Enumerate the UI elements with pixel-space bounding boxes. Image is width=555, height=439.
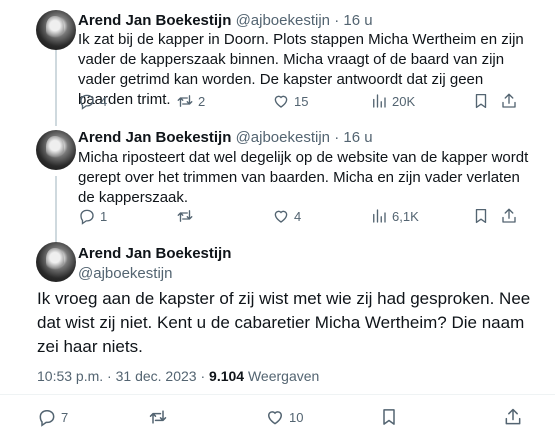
like-icon — [274, 95, 288, 108]
tweet-time[interactable]: 16 u — [343, 129, 372, 146]
reply-button[interactable]: 4 — [78, 91, 107, 111]
reply-count: 4 — [100, 93, 108, 109]
like-button[interactable]: 15 — [272, 91, 308, 111]
reply-count: 7 — [61, 409, 69, 425]
views-button[interactable]: 20K — [370, 91, 415, 111]
avatar[interactable] — [36, 130, 76, 170]
separator-dot: · — [200, 368, 206, 384]
views-count: 20K — [392, 93, 416, 109]
tweet-header: Arend Jan Boekestijn @ajboekestijn · 16 … — [78, 11, 373, 31]
like-button[interactable]: 4 — [272, 206, 301, 226]
views-count: 6,1K — [392, 208, 419, 224]
separator-dot: · — [107, 368, 112, 384]
repost-button[interactable] — [176, 206, 198, 226]
tweet-date[interactable]: 31 dec. 2023 — [116, 368, 197, 384]
repost-icon — [177, 95, 193, 107]
author-name[interactable]: Arend Jan Boekestijn — [78, 244, 231, 264]
tweet-text: Micha riposteert dat wel degelijk op de … — [78, 149, 529, 206]
author-handle[interactable]: @ajboekestijn — [236, 12, 330, 29]
tweet-header: Arend Jan Boekestijn @ajboekestijn · 16 … — [78, 128, 373, 148]
like-button[interactable]: 10 — [265, 407, 303, 427]
separator-dot: · — [334, 129, 340, 146]
divider — [0, 394, 555, 395]
repost-icon — [149, 410, 167, 424]
share-button[interactable] — [500, 91, 518, 111]
bookmark-icon — [475, 208, 487, 224]
tweet-actions: 7 10 — [37, 407, 527, 429]
reply-icon — [39, 410, 55, 427]
tweet-time[interactable]: 10:53 p.m. — [37, 368, 103, 384]
like-icon — [267, 411, 283, 425]
author-handle[interactable]: @ajboekestijn — [78, 264, 172, 284]
tweet-text: Ik vroeg aan de kapster of zij wist met … — [37, 289, 531, 356]
like-icon — [274, 210, 288, 223]
views-label: Weergaven — [247, 368, 320, 384]
share-icon — [502, 208, 516, 223]
repost-button[interactable]: 2 — [176, 91, 205, 111]
avatar[interactable] — [36, 242, 76, 282]
bookmark-button[interactable] — [379, 407, 399, 427]
avatar[interactable] — [36, 10, 76, 50]
tweet-actions: 4 2 15 20K — [72, 91, 522, 111]
tweet-meta: 10:53 p.m. · 31 dec. 2023 · 9.104 Weerga… — [37, 366, 319, 386]
bookmark-icon — [475, 93, 487, 109]
like-count: 10 — [289, 409, 304, 425]
bookmark-button[interactable] — [472, 91, 490, 111]
reply-count: 1 — [100, 208, 108, 224]
bookmark-icon — [383, 409, 395, 425]
author-name[interactable]: Arend Jan Boekestijn — [78, 129, 231, 146]
author-name[interactable]: Arend Jan Boekestijn — [78, 12, 231, 29]
reply-button[interactable]: 1 — [78, 206, 107, 226]
tweet-actions: 1 4 6,1K — [72, 206, 522, 226]
separator-dot: · — [334, 12, 340, 29]
like-count: 4 — [294, 208, 302, 224]
share-icon — [505, 408, 521, 425]
share-button[interactable] — [503, 407, 523, 427]
repost-count: 2 — [198, 93, 206, 109]
tweet-time[interactable]: 16 u — [343, 12, 372, 29]
views-button[interactable]: 6,1K — [370, 206, 419, 226]
repost-button[interactable] — [148, 407, 172, 427]
share-icon — [502, 93, 516, 108]
author-handle[interactable]: @ajboekestijn — [236, 129, 330, 146]
tweet-1[interactable]: Arend Jan Boekestijn @ajboekestijn · 16 … — [0, 0, 555, 125]
bookmark-button[interactable] — [472, 206, 490, 226]
like-count: 15 — [294, 93, 309, 109]
views-icon — [373, 94, 386, 108]
reply-icon — [80, 209, 94, 225]
views-icon — [373, 209, 386, 223]
share-button[interactable] — [500, 206, 518, 226]
views-count: 9.104 — [209, 368, 245, 384]
reply-icon — [80, 94, 94, 110]
reply-button[interactable]: 7 — [37, 407, 68, 427]
tweet-2[interactable]: Arend Jan Boekestijn @ajboekestijn · 16 … — [0, 126, 555, 236]
repost-icon — [177, 210, 193, 222]
